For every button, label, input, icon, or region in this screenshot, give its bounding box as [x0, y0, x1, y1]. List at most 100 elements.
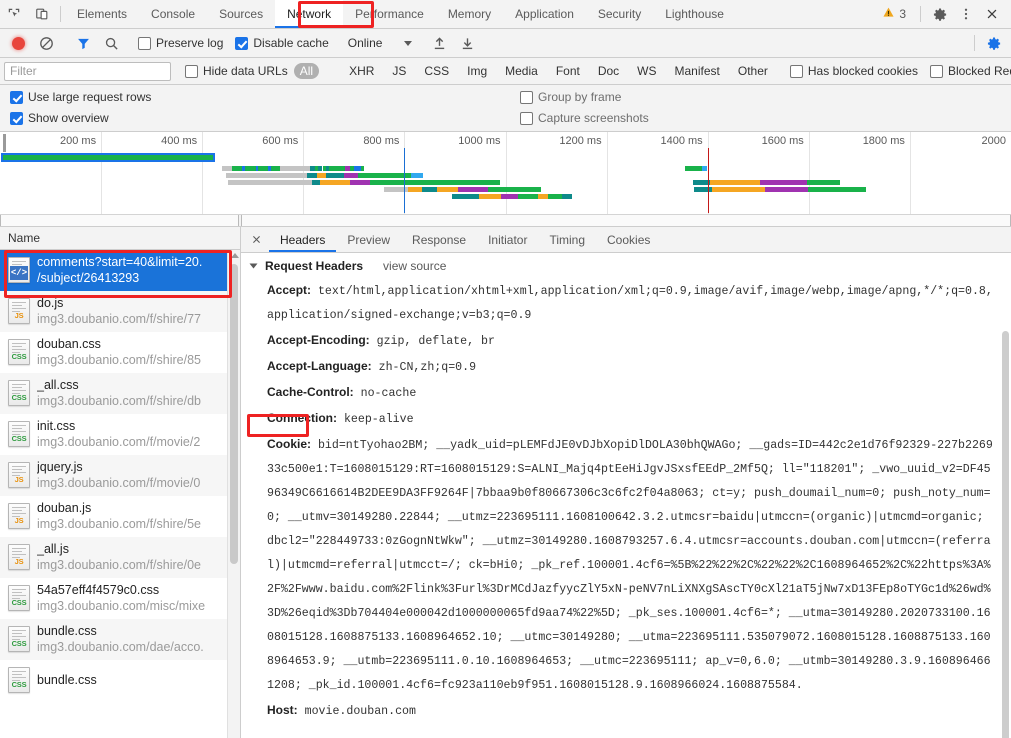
details-tab-preview[interactable]: Preview [336, 227, 401, 252]
export-har-icon[interactable] [453, 30, 481, 56]
details-tab-timing[interactable]: Timing [538, 227, 596, 252]
request-row[interactable]: CSSbundle.css [0, 660, 240, 701]
filter-type-xhr[interactable]: XHR [343, 63, 380, 79]
overview-request-bar [373, 173, 391, 178]
overview-request-bar [354, 166, 361, 171]
overview-request-bar [479, 194, 501, 199]
request-headers-section-header[interactable]: Request Headers view source [251, 259, 997, 273]
filter-type-font[interactable]: Font [550, 63, 586, 79]
network-overview-timeline[interactable]: 200 ms400 ms600 ms800 ms1000 ms1200 ms14… [0, 132, 1011, 227]
record-stop-icon[interactable] [4, 30, 32, 56]
use-large-request-rows-box[interactable] [10, 91, 23, 104]
blocked-requests-checkbox[interactable]: Blocked Requests [930, 64, 1011, 78]
filter-type-doc[interactable]: Doc [592, 63, 625, 79]
filter-type-manifest[interactable]: Manifest [669, 63, 726, 79]
filter-type-js[interactable]: JS [386, 63, 412, 79]
details-scrollbar-thumb[interactable] [1002, 331, 1009, 738]
request-row[interactable]: CSSinit.cssimg3.doubanio.com/f/movie/2 [0, 414, 240, 455]
overview-scrollbar[interactable] [0, 214, 1011, 226]
hide-data-urls-checkbox[interactable]: Hide data URLs [185, 64, 288, 78]
request-row-url: img3.doubanio.com/f/shire/77 [37, 311, 236, 327]
preserve-log-checkbox[interactable]: Preserve log [138, 36, 223, 50]
filter-type-all[interactable]: All [294, 63, 319, 79]
overview-request-bar [518, 194, 538, 199]
hide-data-urls-box[interactable] [185, 65, 198, 78]
gear-icon[interactable] [927, 1, 953, 27]
more-vertical-icon[interactable] [953, 1, 979, 27]
overview-request-bar [795, 187, 808, 192]
show-overview-checkbox[interactable]: Show overview [10, 111, 512, 125]
throttling-select[interactable]: Online [344, 34, 417, 52]
has-blocked-cookies-checkbox[interactable]: Has blocked cookies [790, 64, 918, 78]
blocked-requests-box[interactable] [930, 65, 943, 78]
tab-memory[interactable]: Memory [436, 0, 503, 28]
header-value: gzip, deflate, br [370, 335, 495, 348]
filter-type-css[interactable]: CSS [418, 63, 455, 79]
overview-request-bar [501, 194, 518, 199]
disable-cache-checkbox[interactable]: Disable cache [235, 36, 328, 50]
toggle-device-toolbar-icon[interactable] [28, 0, 56, 28]
request-row-text: init.cssimg3.doubanio.com/f/movie/2 [37, 418, 236, 450]
tab-network[interactable]: Network [275, 0, 343, 28]
overview-request-bar [562, 194, 572, 199]
request-row[interactable]: CSSdouban.cssimg3.doubanio.com/f/shire/8… [0, 332, 240, 373]
request-row[interactable]: </>comments?start=40&limit=20./subject/2… [0, 250, 240, 291]
capture-screenshots-checkbox[interactable]: Capture screenshots [520, 111, 649, 125]
show-overview-box[interactable] [10, 112, 23, 125]
group-by-frame-box[interactable] [520, 91, 533, 104]
request-row[interactable]: JS_all.jsimg3.doubanio.com/f/shire/0e [0, 537, 240, 578]
tab-performance[interactable]: Performance [343, 0, 436, 28]
overview-request-bar [408, 187, 421, 192]
header-line: Accept: text/html,application/xhtml+xml,… [251, 278, 997, 328]
details-tab-headers[interactable]: Headers [269, 227, 336, 252]
filter-type-img[interactable]: Img [461, 63, 493, 79]
tab-application[interactable]: Application [503, 0, 586, 28]
js-file-icon: JS [8, 503, 30, 529]
scroll-up-arrow-icon[interactable] [231, 253, 239, 258]
filter-type-ws[interactable]: WS [631, 63, 662, 79]
import-har-icon[interactable] [425, 30, 453, 56]
request-row[interactable]: CSS54a57eff4f4579c0.cssimg3.doubanio.com… [0, 578, 240, 619]
details-tab-initiator[interactable]: Initiator [477, 227, 538, 252]
tab-console[interactable]: Console [139, 0, 207, 28]
group-by-frame-checkbox[interactable]: Group by frame [520, 90, 649, 104]
tab-lighthouse[interactable]: Lighthouse [653, 0, 736, 28]
header-name: Accept-Encoding: [267, 333, 370, 347]
tab-elements[interactable]: Elements [65, 0, 139, 28]
tab-sources[interactable]: Sources [207, 0, 275, 28]
overview-window-right[interactable] [241, 215, 1011, 226]
js-file-icon: JS [8, 462, 30, 488]
funnel-filter-icon[interactable] [69, 30, 97, 56]
tab-security[interactable]: Security [586, 0, 653, 28]
close-icon[interactable] [979, 1, 1005, 27]
overview-window-left[interactable] [0, 215, 239, 226]
request-list-header[interactable]: Name [0, 227, 240, 250]
disable-cache-box[interactable] [235, 37, 248, 50]
inspect-element-icon[interactable] [0, 0, 28, 28]
close-icon[interactable] [243, 227, 269, 252]
warning-count-badge[interactable]: 3 [874, 6, 914, 22]
preserve-log-box[interactable] [138, 37, 151, 50]
search-icon[interactable] [97, 30, 125, 56]
use-large-request-rows-checkbox[interactable]: Use large request rows [10, 90, 512, 104]
request-row[interactable]: JSdouban.jsimg3.doubanio.com/f/shire/5e [0, 496, 240, 537]
details-tab-response[interactable]: Response [401, 227, 477, 252]
request-row[interactable]: JSjquery.jsimg3.doubanio.com/f/movie/0 [0, 455, 240, 496]
details-tab-cookies[interactable]: Cookies [596, 227, 661, 252]
filter-type-other[interactable]: Other [732, 63, 774, 79]
clear-icon[interactable] [32, 30, 60, 56]
details-scrollbar[interactable] [1000, 253, 1011, 738]
request-row[interactable]: JSdo.jsimg3.doubanio.com/f/shire/77 [0, 291, 240, 332]
filter-input[interactable] [4, 62, 171, 81]
request-row[interactable]: CSSbundle.cssimg3.doubanio.com/dae/acco. [0, 619, 240, 660]
scrollbar-thumb[interactable] [230, 264, 238, 564]
filter-type-media[interactable]: Media [499, 63, 544, 79]
request-list-scrollbar[interactable] [227, 250, 240, 738]
capture-screenshots-box[interactable] [520, 112, 533, 125]
has-blocked-cookies-box[interactable] [790, 65, 803, 78]
details-tab-response-label: Response [412, 233, 466, 247]
request-row[interactable]: CSS_all.cssimg3.doubanio.com/f/shire/db [0, 373, 240, 414]
network-settings-gear-icon[interactable] [981, 30, 1007, 56]
view-source-link[interactable]: view source [383, 259, 446, 273]
chevron-down-icon[interactable] [250, 264, 258, 269]
